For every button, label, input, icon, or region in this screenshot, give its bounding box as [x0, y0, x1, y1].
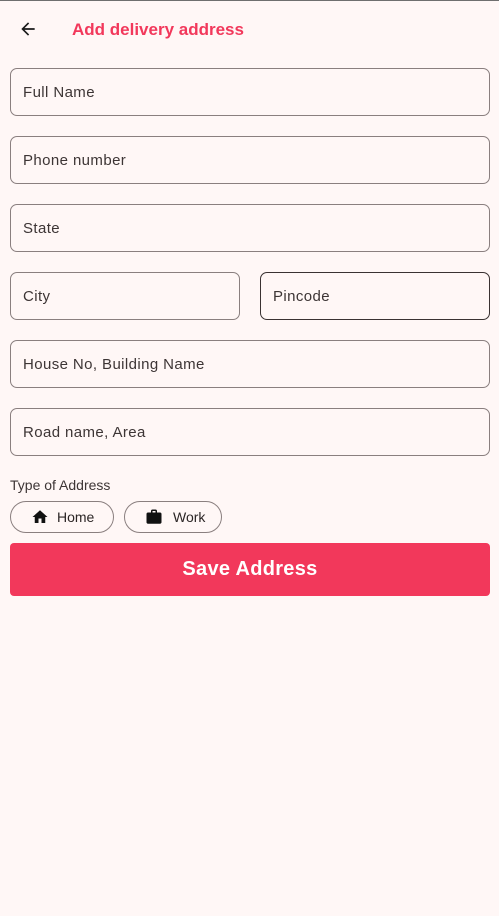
- add-address-screen: Add delivery address Full Name Phone num…: [0, 0, 499, 916]
- page-title: Add delivery address: [72, 20, 244, 39]
- phone-number-field[interactable]: Phone number: [10, 136, 490, 184]
- address-type-work-chip[interactable]: Work: [124, 501, 222, 533]
- address-type-label: Type of Address: [10, 477, 111, 493]
- city-field[interactable]: City: [10, 272, 240, 320]
- chip-label: Work: [173, 509, 206, 525]
- road-area-field[interactable]: Road name, Area: [10, 408, 490, 456]
- back-button[interactable]: [12, 13, 44, 45]
- address-type-home-chip[interactable]: Home: [10, 501, 114, 533]
- full-name-field[interactable]: Full Name: [10, 68, 490, 116]
- home-icon: [31, 508, 49, 526]
- chip-label: Home: [57, 509, 95, 525]
- state-field[interactable]: State: [10, 204, 490, 252]
- briefcase-icon: [145, 508, 163, 526]
- app-bar: Add delivery address: [0, 1, 499, 59]
- save-address-button[interactable]: Save Address: [10, 543, 490, 596]
- house-building-field[interactable]: House No, Building Name: [10, 340, 490, 388]
- pincode-field[interactable]: Pincode: [260, 272, 490, 320]
- arrow-back-icon: [21, 22, 35, 36]
